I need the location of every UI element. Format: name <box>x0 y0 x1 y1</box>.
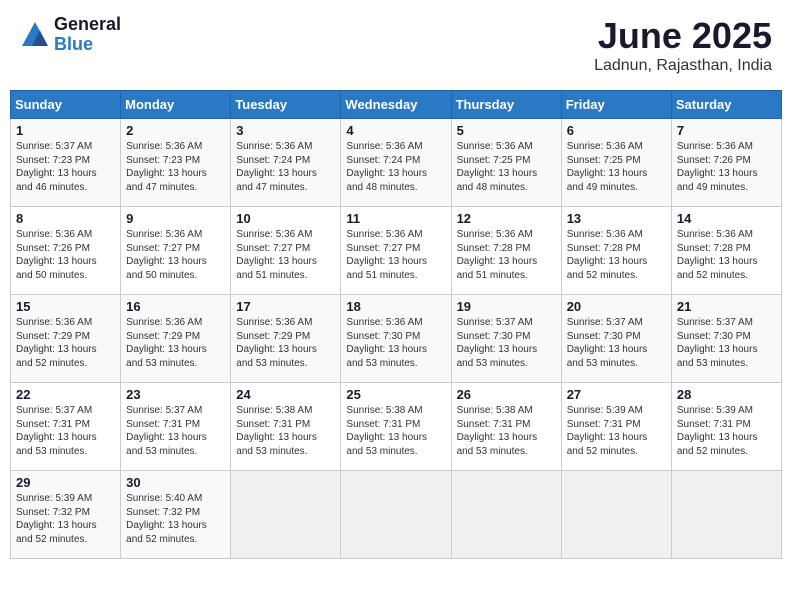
day-15: 15 Sunrise: 5:36 AMSunset: 7:29 PMDaylig… <box>11 295 121 383</box>
day-30: 30 Sunrise: 5:40 AMSunset: 7:32 PMDaylig… <box>121 471 231 559</box>
header-tuesday: Tuesday <box>231 91 341 119</box>
empty-cell <box>451 471 561 559</box>
day-16: 16 Sunrise: 5:36 AMSunset: 7:29 PMDaylig… <box>121 295 231 383</box>
header-thursday: Thursday <box>451 91 561 119</box>
calendar-location: Ladnun, Rajasthan, India <box>594 57 772 75</box>
day-29: 29 Sunrise: 5:39 AMSunset: 7:32 PMDaylig… <box>11 471 121 559</box>
day-23: 23 Sunrise: 5:37 AMSunset: 7:31 PMDaylig… <box>121 383 231 471</box>
day-7: 7 Sunrise: 5:36 AMSunset: 7:26 PMDayligh… <box>671 119 781 207</box>
title-block: June 2025 Ladnun, Rajasthan, India <box>594 15 772 75</box>
empty-cell <box>671 471 781 559</box>
logo-blue-text: Blue <box>54 35 121 55</box>
day-5: 5 Sunrise: 5:36 AMSunset: 7:25 PMDayligh… <box>451 119 561 207</box>
day-22: 22 Sunrise: 5:37 AMSunset: 7:31 PMDaylig… <box>11 383 121 471</box>
day-12: 12 Sunrise: 5:36 AMSunset: 7:28 PMDaylig… <box>451 207 561 295</box>
day-13: 13 Sunrise: 5:36 AMSunset: 7:28 PMDaylig… <box>561 207 671 295</box>
day-3: 3 Sunrise: 5:36 AMSunset: 7:24 PMDayligh… <box>231 119 341 207</box>
header-sunday: Sunday <box>11 91 121 119</box>
day-2: 2 Sunrise: 5:36 AMSunset: 7:23 PMDayligh… <box>121 119 231 207</box>
day-4: 4 Sunrise: 5:36 AMSunset: 7:24 PMDayligh… <box>341 119 451 207</box>
day-27: 27 Sunrise: 5:39 AMSunset: 7:31 PMDaylig… <box>561 383 671 471</box>
empty-cell <box>231 471 341 559</box>
day-18: 18 Sunrise: 5:36 AMSunset: 7:30 PMDaylig… <box>341 295 451 383</box>
day-8: 8 Sunrise: 5:36 AMSunset: 7:26 PMDayligh… <box>11 207 121 295</box>
logo-text: General Blue <box>54 15 121 55</box>
logo: General Blue <box>20 15 121 55</box>
logo-general-text: General <box>54 15 121 35</box>
day-19: 19 Sunrise: 5:37 AMSunset: 7:30 PMDaylig… <box>451 295 561 383</box>
day-25: 25 Sunrise: 5:38 AMSunset: 7:31 PMDaylig… <box>341 383 451 471</box>
header-wednesday: Wednesday <box>341 91 451 119</box>
calendar-table: Sunday Monday Tuesday Wednesday Thursday… <box>10 90 782 559</box>
table-row: 29 Sunrise: 5:39 AMSunset: 7:32 PMDaylig… <box>11 471 782 559</box>
day-21: 21 Sunrise: 5:37 AMSunset: 7:30 PMDaylig… <box>671 295 781 383</box>
header-friday: Friday <box>561 91 671 119</box>
day-11: 11 Sunrise: 5:36 AMSunset: 7:27 PMDaylig… <box>341 207 451 295</box>
day-14: 14 Sunrise: 5:36 AMSunset: 7:28 PMDaylig… <box>671 207 781 295</box>
header-monday: Monday <box>121 91 231 119</box>
table-row: 1 Sunrise: 5:37 AMSunset: 7:23 PMDayligh… <box>11 119 782 207</box>
table-row: 22 Sunrise: 5:37 AMSunset: 7:31 PMDaylig… <box>11 383 782 471</box>
day-9: 9 Sunrise: 5:36 AMSunset: 7:27 PMDayligh… <box>121 207 231 295</box>
calendar-title: June 2025 <box>594 15 772 57</box>
day-17: 17 Sunrise: 5:36 AMSunset: 7:29 PMDaylig… <box>231 295 341 383</box>
header-saturday: Saturday <box>671 91 781 119</box>
day-28: 28 Sunrise: 5:39 AMSunset: 7:31 PMDaylig… <box>671 383 781 471</box>
day-24: 24 Sunrise: 5:38 AMSunset: 7:31 PMDaylig… <box>231 383 341 471</box>
empty-cell <box>341 471 451 559</box>
page-header: General Blue June 2025 Ladnun, Rajasthan… <box>10 10 782 80</box>
logo-icon <box>20 20 50 50</box>
empty-cell <box>561 471 671 559</box>
day-1: 1 Sunrise: 5:37 AMSunset: 7:23 PMDayligh… <box>11 119 121 207</box>
day-10: 10 Sunrise: 5:36 AMSunset: 7:27 PMDaylig… <box>231 207 341 295</box>
day-6: 6 Sunrise: 5:36 AMSunset: 7:25 PMDayligh… <box>561 119 671 207</box>
day-20: 20 Sunrise: 5:37 AMSunset: 7:30 PMDaylig… <box>561 295 671 383</box>
weekday-header-row: Sunday Monday Tuesday Wednesday Thursday… <box>11 91 782 119</box>
table-row: 15 Sunrise: 5:36 AMSunset: 7:29 PMDaylig… <box>11 295 782 383</box>
day-26: 26 Sunrise: 5:38 AMSunset: 7:31 PMDaylig… <box>451 383 561 471</box>
table-row: 8 Sunrise: 5:36 AMSunset: 7:26 PMDayligh… <box>11 207 782 295</box>
